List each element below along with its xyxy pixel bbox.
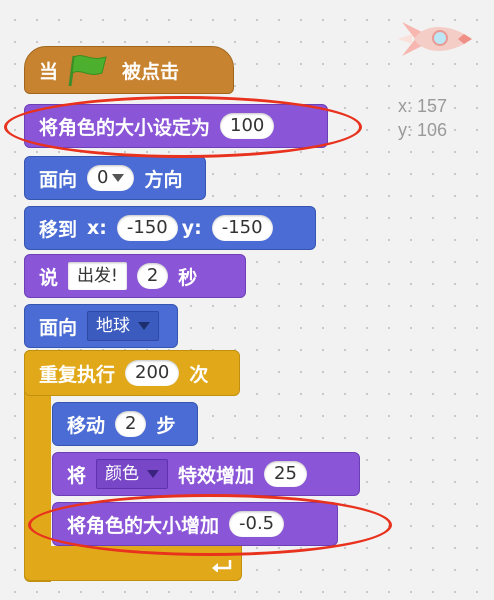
- effect-dropdown[interactable]: 颜色: [96, 459, 169, 489]
- change-effect-block[interactable]: 将 颜色 特效增加 25: [52, 452, 360, 496]
- point-towards-label: 面向: [39, 316, 78, 339]
- say-for-secs-block[interactable]: 说 出发! 2 秒: [24, 254, 246, 298]
- move-suffix: 步: [156, 414, 176, 437]
- change-size-label: 将角色的大小增加: [67, 514, 220, 537]
- goto-y-label: y:: [181, 217, 202, 239]
- say-secs-unit: 秒: [178, 266, 198, 289]
- hat-when-label: 当: [39, 60, 59, 83]
- dropdown-arrow-icon: [112, 174, 125, 182]
- say-message-input[interactable]: 出发!: [68, 262, 127, 290]
- goto-label: 移到: [39, 218, 78, 241]
- repeat-block[interactable]: 重复执行 200 次: [24, 350, 240, 396]
- effect-label: 将: [67, 464, 87, 487]
- point-towards-target: 地球: [96, 316, 131, 336]
- goto-y-input[interactable]: -150: [211, 215, 273, 241]
- point-dir-suffix: 方向: [144, 168, 183, 191]
- point-dir-label: 面向: [39, 168, 78, 191]
- sprite-y-label: y:: [398, 120, 413, 140]
- green-flag-icon: [68, 55, 107, 87]
- sprite-x-label: x:: [398, 96, 413, 116]
- when-flag-clicked-block[interactable]: 当 被点击: [24, 46, 234, 94]
- goto-x-label: x:: [87, 217, 107, 239]
- direction-dropdown[interactable]: 0: [87, 165, 135, 191]
- dropdown-arrow-icon: [147, 470, 160, 478]
- set-size-block[interactable]: 将角色的大小设定为 100: [24, 104, 328, 148]
- move-label: 移动: [67, 414, 106, 437]
- move-steps-input[interactable]: 2: [115, 411, 147, 437]
- go-to-xy-block[interactable]: 移到 x: -150 y: -150: [24, 206, 316, 250]
- set-size-label: 将角色的大小设定为: [39, 116, 211, 139]
- hat-clicked-label: 被点击: [122, 60, 180, 83]
- change-size-input[interactable]: -0.5: [229, 511, 285, 537]
- point-in-direction-block[interactable]: 面向 0 方向: [24, 156, 206, 200]
- change-size-block[interactable]: 将角色的大小增加 -0.5: [52, 502, 338, 546]
- set-size-input[interactable]: 100: [220, 113, 275, 139]
- sprite-thumbnail-icon: [398, 22, 472, 56]
- effect-name: 颜色: [105, 464, 140, 484]
- say-secs-input[interactable]: 2: [136, 263, 169, 289]
- effect-change-label: 特效增加: [178, 464, 255, 487]
- loop-arrow-icon: [212, 560, 232, 572]
- sprite-x-value: 157: [417, 96, 448, 116]
- point-towards-dropdown[interactable]: 地球: [87, 311, 160, 341]
- repeat-label: 重复执行: [39, 363, 116, 386]
- effect-amount-input[interactable]: 25: [264, 461, 307, 487]
- move-steps-block[interactable]: 移动 2 步: [52, 402, 198, 446]
- dropdown-arrow-icon: [138, 322, 151, 330]
- repeat-times-input[interactable]: 200: [125, 360, 180, 386]
- repeat-suffix: 次: [189, 363, 209, 386]
- sprite-y-value: 106: [417, 120, 448, 140]
- say-label: 说: [39, 266, 59, 289]
- sprite-x-readout: x: 157: [398, 96, 447, 117]
- sprite-y-readout: y: 106: [398, 120, 447, 141]
- goto-x-input[interactable]: -150: [116, 215, 178, 241]
- point-towards-block[interactable]: 面向 地球: [24, 304, 178, 348]
- direction-value: 0: [97, 167, 109, 188]
